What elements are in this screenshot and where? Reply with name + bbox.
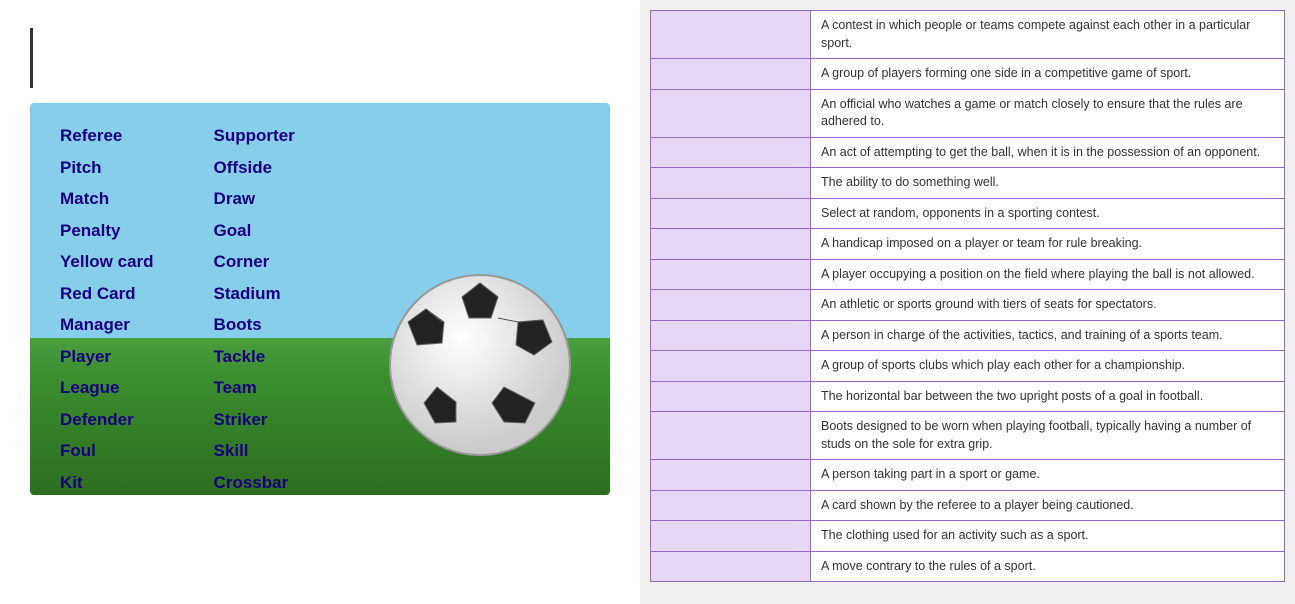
vocab-word: Tackle <box>214 344 295 370</box>
def-label-cell <box>651 521 811 552</box>
table-row: A move contrary to the rules of a sport. <box>651 551 1285 582</box>
def-text-cell: A player occupying a position on the fie… <box>811 259 1285 290</box>
table-row: The clothing used for an activity such a… <box>651 521 1285 552</box>
def-label-cell <box>651 11 811 59</box>
soccer-ball-icon <box>380 265 580 465</box>
def-text-cell: The clothing used for an activity such a… <box>811 521 1285 552</box>
table-row: An act of attempting to get the ball, wh… <box>651 137 1285 168</box>
vocab-word: Kit <box>60 470 154 496</box>
def-text-cell: A move contrary to the rules of a sport. <box>811 551 1285 582</box>
table-row: Boots designed to be worn when playing f… <box>651 412 1285 460</box>
table-row: A card shown by the referee to a player … <box>651 490 1285 521</box>
def-label-cell <box>651 320 811 351</box>
vocab-word: Referee <box>60 123 154 149</box>
table-row: An athletic or sports ground with tiers … <box>651 290 1285 321</box>
vocab-box: Referee Pitch Match Penalty Yellow card Red C… <box>30 103 610 495</box>
def-text-cell: A group of sports clubs which play each … <box>811 351 1285 382</box>
def-text-cell: A handicap imposed on a player or team f… <box>811 229 1285 260</box>
def-label-cell <box>651 59 811 90</box>
vocab-word: Penalty <box>60 218 154 244</box>
def-text-cell: A group of players forming one side in a… <box>811 59 1285 90</box>
table-row: A player occupying a position on the fie… <box>651 259 1285 290</box>
vocab-word: Corner <box>214 249 295 275</box>
right-panel: A contest in which people or teams compe… <box>640 0 1295 604</box>
def-label-cell <box>651 137 811 168</box>
def-text-cell: A contest in which people or teams compe… <box>811 11 1285 59</box>
def-text-cell: An athletic or sports ground with tiers … <box>811 290 1285 321</box>
def-label-cell <box>651 412 811 460</box>
def-label-cell <box>651 551 811 582</box>
vocab-word: Boots <box>214 312 295 338</box>
table-row: An official who watches a game or match … <box>651 89 1285 137</box>
vocab-word: Defender <box>60 407 154 433</box>
vocab-col-1: Referee Pitch Match Penalty Yellow card Red C… <box>60 123 154 495</box>
vocab-word: Stadium <box>214 281 295 307</box>
def-label-cell <box>651 460 811 491</box>
vocab-word: Player <box>60 344 154 370</box>
vocab-word: Red Card <box>60 281 154 307</box>
vocab-word: League <box>60 375 154 401</box>
vocab-word: Team <box>214 375 295 401</box>
table-row: A group of sports clubs which play each … <box>651 351 1285 382</box>
left-panel: Referee Pitch Match Penalty Yellow card Red C… <box>0 0 640 604</box>
table-row: A person taking part in a sport or game. <box>651 460 1285 491</box>
def-label-cell <box>651 229 811 260</box>
table-row: A person in charge of the activities, ta… <box>651 320 1285 351</box>
def-text-cell: An official who watches a game or match … <box>811 89 1285 137</box>
vocab-word: Draw <box>214 186 295 212</box>
vocab-word: Offside <box>214 155 295 181</box>
def-text-cell: A card shown by the referee to a player … <box>811 490 1285 521</box>
def-label-cell <box>651 290 811 321</box>
vocab-word: Striker <box>214 407 295 433</box>
def-label-cell <box>651 259 811 290</box>
vocab-word: Skill <box>214 438 295 464</box>
vocab-col-2: Supporter Offside Draw Goal Corner Stadium Boo… <box>214 123 295 495</box>
table-row: The horizontal bar between the two uprig… <box>651 381 1285 412</box>
def-text-cell: An act of attempting to get the ball, wh… <box>811 137 1285 168</box>
table-row: A contest in which people or teams compe… <box>651 11 1285 59</box>
def-text-cell: A person in charge of the activities, ta… <box>811 320 1285 351</box>
def-label-cell <box>651 490 811 521</box>
definitions-table: A contest in which people or teams compe… <box>650 10 1285 582</box>
def-text-cell: A person taking part in a sport or game. <box>811 460 1285 491</box>
vocab-word: Supporter <box>214 123 295 149</box>
def-text-cell: Boots designed to be worn when playing f… <box>811 412 1285 460</box>
vocab-word: Pitch <box>60 155 154 181</box>
def-label-cell <box>651 198 811 229</box>
def-text-cell: The horizontal bar between the two uprig… <box>811 381 1285 412</box>
table-row: The ability to do something well. <box>651 168 1285 199</box>
table-row: A group of players forming one side in a… <box>651 59 1285 90</box>
def-text-cell: The ability to do something well. <box>811 168 1285 199</box>
vocab-word: Manager <box>60 312 154 338</box>
vocab-word: Yellow card <box>60 249 154 275</box>
def-text-cell: Select at random, opponents in a sportin… <box>811 198 1285 229</box>
vocab-word: Match <box>60 186 154 212</box>
table-row: A handicap imposed on a player or team f… <box>651 229 1285 260</box>
vocab-word: Foul <box>60 438 154 464</box>
vocab-word: Crossbar <box>214 470 295 496</box>
vocab-word: Goal <box>214 218 295 244</box>
def-label-cell <box>651 351 811 382</box>
def-label-cell <box>651 381 811 412</box>
table-row: Select at random, opponents in a sportin… <box>651 198 1285 229</box>
def-label-cell <box>651 168 811 199</box>
def-label-cell <box>651 89 811 137</box>
decorative-line <box>30 28 33 88</box>
